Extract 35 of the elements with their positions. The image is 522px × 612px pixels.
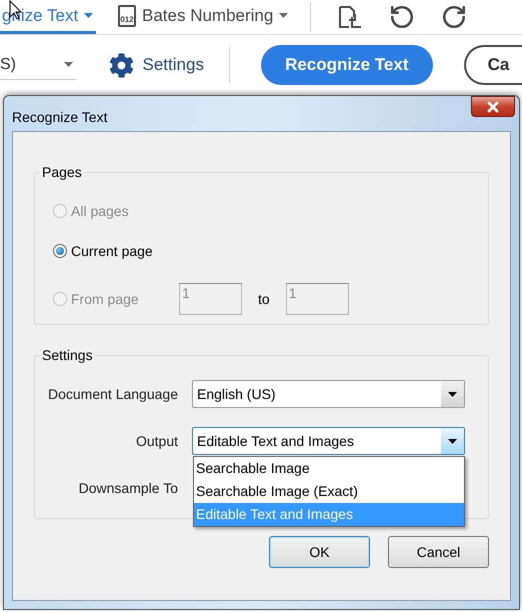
toolbar-tab[interactable]: 012 Bates Numbering xyxy=(96,0,310,34)
group-title: Pages xyxy=(41,163,83,182)
rotate-left-icon[interactable] xyxy=(389,4,416,30)
group-title: Settings xyxy=(41,346,94,365)
close-icon xyxy=(485,98,501,114)
caret-icon xyxy=(64,62,73,67)
dialog-button[interactable]: OK xyxy=(269,536,370,568)
field-label: Downsample To xyxy=(78,478,179,498)
settings-button[interactable]: Settings xyxy=(108,52,204,78)
radio-label: All pages xyxy=(71,202,129,221)
caret-icon xyxy=(448,438,457,444)
caret-icon xyxy=(448,392,457,396)
dialog-button[interactable]: Cancel xyxy=(388,536,489,568)
radio-button[interactable] xyxy=(53,244,67,258)
dropdown-option[interactable]: Searchable Image xyxy=(194,457,464,480)
dropdown-option[interactable]: Searchable Image (Exact) xyxy=(194,480,464,503)
caret-icon xyxy=(279,13,288,18)
settings-icon xyxy=(108,52,134,78)
radio-label: Current page xyxy=(71,242,153,261)
field-label: Document Language xyxy=(47,384,179,404)
rotate-right-icon[interactable] xyxy=(441,4,468,30)
language-dropdown[interactable]: S) xyxy=(0,50,76,80)
radio-label: From page xyxy=(71,290,139,309)
close-button[interactable] xyxy=(471,96,515,117)
field-label: Output xyxy=(134,432,179,451)
dropdown-value: Editable Text and Images xyxy=(196,432,355,451)
recognize-text-button[interactable]: Recognize Text xyxy=(260,45,433,85)
page-crop-icon[interactable] xyxy=(337,5,364,29)
cut-off-button[interactable]: Ca xyxy=(464,45,522,85)
numbered-page-icon: 012 xyxy=(118,4,136,26)
dropdown-value: English (US) xyxy=(196,384,277,404)
dialog-title: Recognize Text xyxy=(12,108,108,127)
caret-icon xyxy=(84,13,94,18)
to-label: to xyxy=(258,290,270,308)
dropdown-field[interactable]: English (US) xyxy=(192,380,465,408)
